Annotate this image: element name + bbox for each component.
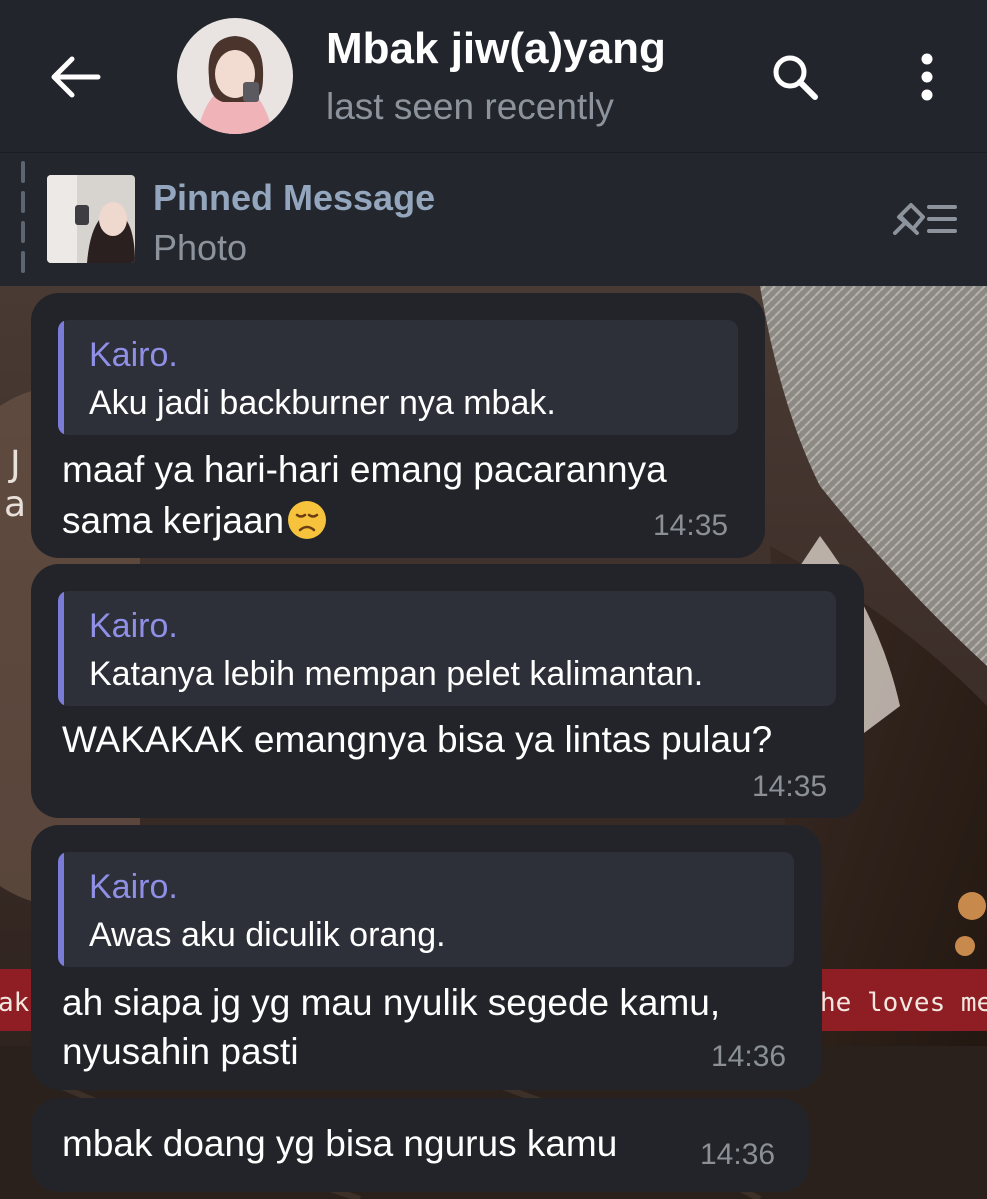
- message-text-line: nyusahin pasti: [62, 1031, 299, 1072]
- message-bubble[interactable]: Kairo. Aku jadi backburner nya mbak. maa…: [31, 293, 765, 558]
- message-bubble[interactable]: mbak doang yg bisa ngurus kamu 14:36: [31, 1098, 809, 1192]
- reply-author: Kairo.: [89, 607, 178, 645]
- pinned-photo-thumbnail: [47, 175, 135, 263]
- more-menu-button[interactable]: [897, 45, 957, 109]
- message-text-line-with-emoji: sama kerjaan: [62, 495, 328, 546]
- reply-text: Katanya lebih mempan pelet kalimantan.: [89, 655, 704, 693]
- chat-screen: ak he loves me s J a: [0, 0, 987, 1199]
- avatar[interactable]: [177, 18, 293, 134]
- pinned-list-button[interactable]: [884, 195, 964, 243]
- message-bubble[interactable]: Kairo. Katanya lebih mempan pelet kalima…: [31, 564, 864, 818]
- search-icon: [773, 55, 818, 100]
- message-time: 14:36: [700, 1138, 776, 1171]
- pinned-indicator: [21, 161, 25, 273]
- message-text-line: ah siapa jg yg mau nyulik segede kamu,: [62, 982, 721, 1023]
- pinned-title: Pinned Message: [153, 177, 436, 218]
- back-arrow-icon: [51, 56, 101, 98]
- message-text-line: maaf ya hari-hari emang pacarannya: [62, 449, 667, 490]
- message-time: 14:36: [711, 1040, 787, 1073]
- reply-author: Kairo.: [89, 868, 178, 906]
- reply-quote[interactable]: Kairo. Aku jadi backburner nya mbak.: [58, 320, 738, 435]
- reply-quote[interactable]: Kairo. Katanya lebih mempan pelet kalima…: [58, 591, 836, 706]
- svg-text:J: J: [8, 444, 21, 485]
- banner-left-text: ak: [0, 988, 30, 1018]
- svg-text:a: a: [4, 484, 26, 525]
- message-time: 14:35: [752, 770, 828, 803]
- more-vertical-icon: [921, 53, 933, 101]
- reply-author: Kairo.: [89, 336, 178, 374]
- pinned-subtitle: Photo: [153, 227, 248, 268]
- search-button[interactable]: [763, 45, 827, 109]
- pinned-message-bar[interactable]: Pinned Message Photo: [0, 152, 987, 286]
- message-bubble[interactable]: Kairo. Awas aku diculik orang. ah siapa …: [31, 825, 822, 1090]
- reply-quote[interactable]: Kairo. Awas aku diculik orang.: [58, 852, 794, 967]
- banner-right-text: he loves me s: [820, 988, 987, 1018]
- disappointed-face-emoji: [288, 501, 327, 539]
- chat-header: Mbak jiw(a)yang last seen recently: [0, 0, 987, 152]
- chat-title[interactable]: Mbak jiw(a)yang: [326, 24, 666, 74]
- back-button[interactable]: [44, 45, 108, 109]
- message-text-line: WAKAKAK emangnya bisa ya lintas pulau?: [62, 719, 773, 760]
- message-text-line: mbak doang yg bisa ngurus kamu: [62, 1123, 618, 1164]
- reply-text: Aku jadi backburner nya mbak.: [89, 384, 556, 422]
- message-text: sama kerjaan: [62, 500, 285, 541]
- reply-text: Awas aku diculik orang.: [89, 916, 446, 954]
- message-time: 14:35: [653, 509, 729, 542]
- chat-status: last seen recently: [326, 86, 614, 127]
- pin-list-icon: [893, 203, 957, 235]
